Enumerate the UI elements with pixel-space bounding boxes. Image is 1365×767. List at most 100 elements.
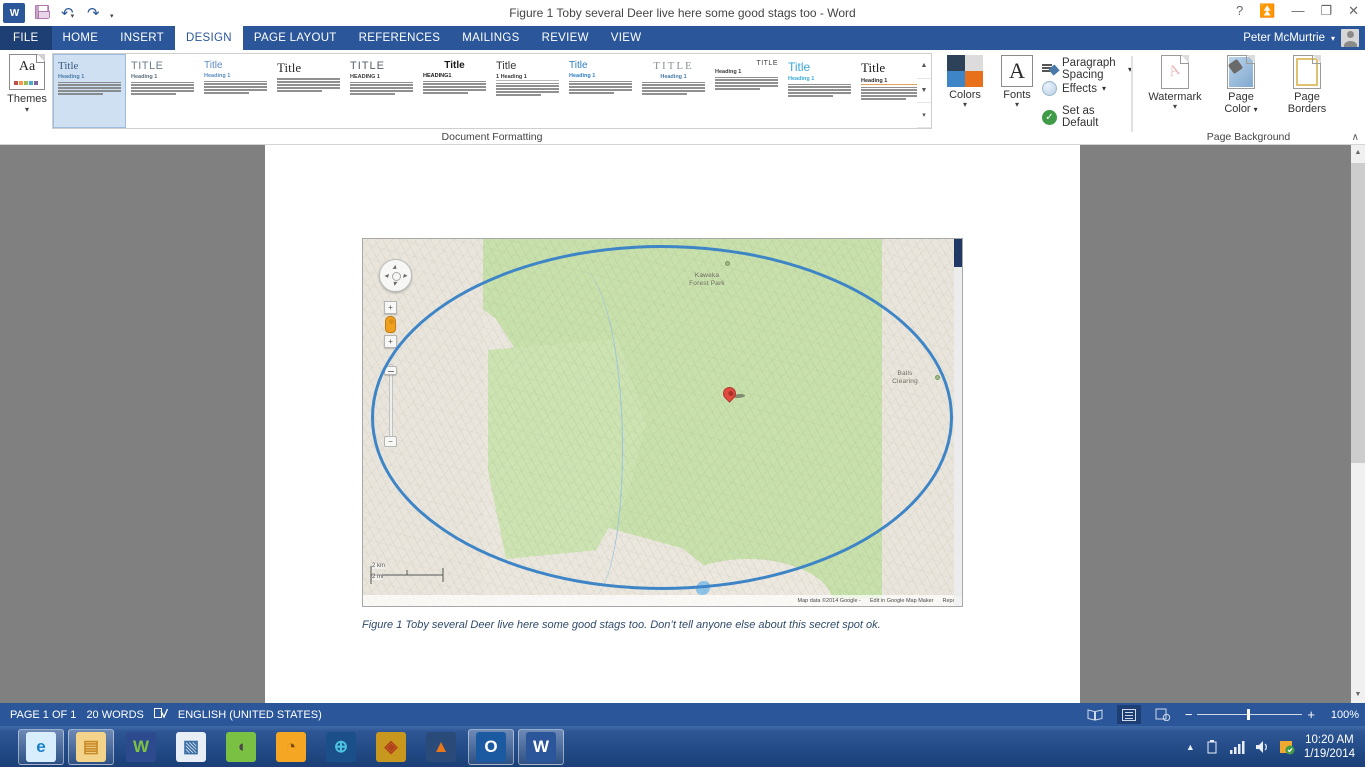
tab-page-layout[interactable]: PAGE LAYOUT [243,26,348,50]
tab-mailings[interactable]: MAILINGS [451,26,530,50]
gallery-scroll-down-button[interactable]: ▼ [917,79,931,104]
page-color-caret-icon: ▾ [1253,105,1258,114]
taskbar-item-speed-meter[interactable]: ◔ [268,729,314,765]
paragraph-spacing-button[interactable]: Paragraph Spacing ▾ [1042,57,1132,81]
zoom-level[interactable]: 100% [1325,709,1359,721]
tab-view[interactable]: VIEW [600,26,653,50]
map-pan-control[interactable]: ▴ ▾ ◂ ▸ [379,259,412,292]
battery-icon[interactable] [1204,739,1220,755]
taskbar-item-internet-explorer[interactable]: e [18,728,64,765]
effects-button[interactable]: Effects ▾ [1042,81,1106,96]
taskbar-item-app-blue-document[interactable]: ▧ [168,729,214,765]
tab-home[interactable]: HOME [52,26,110,50]
spelling-check-icon[interactable] [144,707,169,723]
style-set-thumbnail-1[interactable]: TITLE Heading 1 [126,54,199,128]
map-scrollbar-thumb[interactable] [954,239,962,267]
page-borders-button[interactable]: Page Borders [1276,55,1338,115]
pan-left-icon[interactable]: ◂ [384,272,388,280]
style-set-thumbnail-3[interactable]: Title [272,54,345,128]
ribbon-display-options-button[interactable]: ⏫ [1259,2,1275,20]
help-button[interactable]: ? [1236,2,1243,20]
ellipse-shape[interactable] [371,245,953,590]
page-color-button[interactable]: Page Color ▾ [1210,55,1272,115]
map-image[interactable]: Kaweka Forest Park Balls Clearing ▴ ▾ ◂ … [362,238,963,607]
save-button[interactable] [35,4,52,22]
ribbon: Aa Themes ▾ Title Heading 1 TITLE Heading 1… [0,50,1365,145]
pan-down-icon[interactable]: ▾ [393,280,397,288]
edit-in-google-map-maker-link[interactable]: Edit in Google Map Maker [870,598,934,604]
print-layout-button[interactable] [1116,705,1141,724]
style-set-thumbnail-6[interactable]: Title 1 Heading 1 [491,54,564,128]
zoom-slider[interactable]: − + [1185,708,1315,721]
scrollbar-thumb[interactable] [1351,163,1365,463]
figure-caption[interactable]: Figure 1 Toby several Deer live here som… [362,619,982,631]
minimize-button[interactable]: — [1291,2,1304,20]
zoom-out-button[interactable]: − [1185,708,1193,721]
document-page[interactable]: Kaweka Forest Park Balls Clearing ▴ ▾ ◂ … [265,145,1080,703]
restore-button[interactable]: ❐ [1320,2,1332,20]
taskbar-item-evernote[interactable]: ◖ [218,729,264,765]
tab-insert[interactable]: INSERT [109,26,175,50]
gallery-scroll-up-button[interactable]: ▲ [917,54,931,79]
undo-button[interactable]: ↶▾ [61,5,78,22]
taskbar-item-globe-network[interactable]: ⊕ [318,729,364,765]
taskbar-item-compass[interactable]: ◈ [368,729,414,765]
gallery-scrollbar[interactable]: ▲ ▼ ▾ [917,53,932,129]
street-view-pegman-icon[interactable] [385,316,396,333]
style-set-thumbnail-0[interactable]: Title Heading 1 [53,54,126,128]
map-zoom-in-button-lower[interactable]: + [384,335,397,348]
tab-references[interactable]: REFERENCES [348,26,452,50]
pan-right-icon[interactable]: ▸ [403,272,407,280]
clock[interactable]: 10:20 AM 1/19/2014 [1304,733,1355,761]
themes-button[interactable]: Aa Themes ▾ [6,54,48,114]
style-set-thumbnail-4[interactable]: TITLE HEADING 1 [345,54,418,128]
style-set-thumbnail-7[interactable]: Title Heading 1 [564,54,637,128]
map-inner-scrollbar[interactable] [954,239,962,606]
taskbar-item-vlc-media-player[interactable]: ▲ [418,729,464,765]
collapse-ribbon-button[interactable]: ∧ [1352,132,1359,143]
style-set-thumbnail-10[interactable]: Title Heading 1 [783,54,856,128]
scroll-up-button[interactable]: ▲ [1351,145,1365,161]
pan-up-icon[interactable]: ▴ [393,263,397,271]
map-scrollbar-arrow[interactable] [954,596,962,606]
word-count[interactable]: 20 WORDS [76,709,143,721]
page-indicator[interactable]: PAGE 1 OF 1 [0,709,76,721]
read-mode-button[interactable] [1083,705,1107,724]
security-shield-icon[interactable] [1279,739,1295,755]
colors-button[interactable]: Colors ▾ [942,55,988,109]
show-hidden-icons-button[interactable]: ▲ [1186,742,1195,752]
style-set-body-lines [204,80,267,95]
watermark-button[interactable]: A Watermark ▾ [1144,55,1206,111]
style-set-thumbnail-9[interactable]: TITLE Heading 1 [710,54,783,128]
style-set-thumbnail-5[interactable]: Title HEADING1 [418,54,491,128]
style-set-thumbnail-2[interactable]: Title Heading 1 [199,54,272,128]
redo-button[interactable]: ↷ [87,5,104,22]
customize-qat-button[interactable]: ▾ [110,5,130,22]
taskbar-item-word[interactable]: W [518,728,564,765]
zoom-in-button[interactable]: + [1307,708,1315,721]
language-indicator[interactable]: ENGLISH (UNITED STATES) [168,709,322,721]
taskbar-item-outlook[interactable]: O [468,728,514,765]
web-layout-button[interactable] [1151,705,1175,724]
tab-file[interactable]: FILE [0,26,52,50]
taskbar-item-wordweb[interactable]: W [118,729,164,765]
network-signal-icon[interactable] [1229,739,1245,755]
document-scrollbar[interactable]: ▲ ▼ [1351,145,1365,703]
map-zoom-in-button[interactable]: + [384,301,397,314]
zoom-knob[interactable] [1247,709,1251,720]
close-button[interactable]: ✕ [1348,2,1359,20]
vlc-media-player-icon: ▲ [426,731,456,762]
tab-review[interactable]: REVIEW [531,26,600,50]
scroll-down-button[interactable]: ▼ [1351,687,1365,703]
taskbar-item-file-explorer[interactable]: ▤ [68,728,114,765]
set-as-default-button[interactable]: ✓ Set as Default [1042,105,1132,129]
zoom-track[interactable] [1197,709,1303,720]
tab-design[interactable]: DESIGN [174,26,243,50]
volume-icon[interactable] [1254,739,1270,755]
account-area[interactable]: Peter McMurtrie ▾ [1243,29,1359,47]
fonts-button[interactable]: A Fonts ▾ [994,55,1040,109]
pan-center-icon[interactable] [392,272,401,281]
gallery-more-button[interactable]: ▾ [917,103,931,129]
style-set-gallery[interactable]: Title Heading 1 TITLE Heading 1 Title Heading… [52,53,930,129]
style-set-thumbnail-8[interactable]: TITLE Heading 1 [637,54,710,128]
